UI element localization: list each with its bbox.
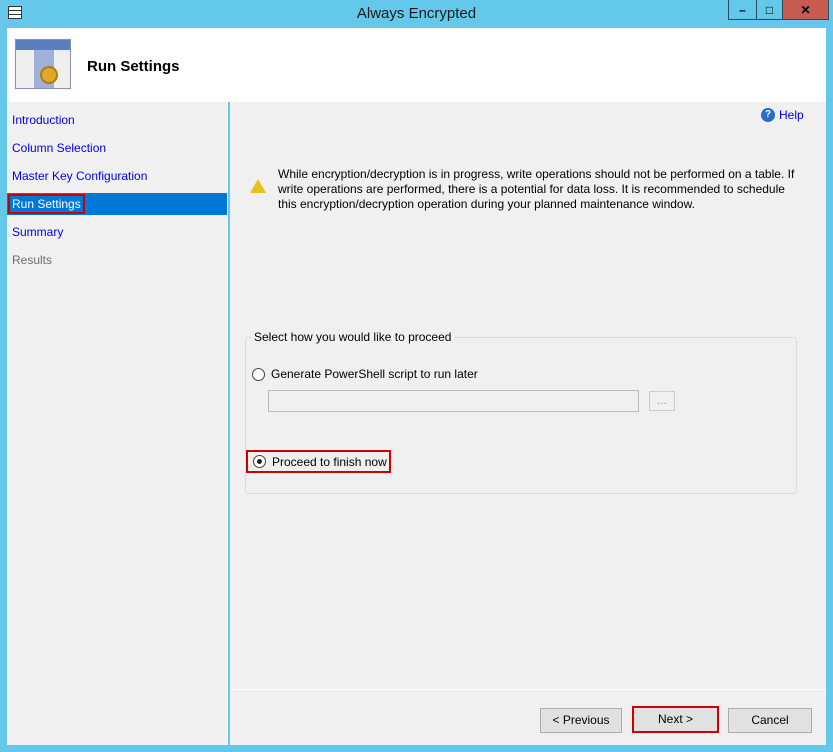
header: Run Settings [7, 28, 826, 102]
proceed-legend: Select how you would like to proceed [251, 330, 455, 344]
minimize-button[interactable]: – [728, 0, 757, 20]
radio-generate-script[interactable]: Generate PowerShell script to run later [252, 367, 478, 381]
cancel-button[interactable]: Cancel [728, 708, 812, 733]
radio-checked-icon [253, 455, 266, 468]
sidebar-item-column-selection[interactable]: Column Selection [7, 137, 227, 159]
footer-divider [230, 689, 826, 690]
content-panel: ? Help While encryption/decryption is in… [230, 102, 826, 745]
window-title: Always Encrypted [356, 5, 477, 22]
maximize-button[interactable]: □ [756, 0, 783, 20]
help-icon: ? [761, 108, 775, 122]
radio-proceed-now[interactable]: Proceed to finish now [246, 450, 391, 473]
sidebar: Introduction Column Selection Master Key… [7, 102, 228, 745]
page-title: Run Settings [87, 58, 180, 75]
previous-button[interactable]: < Previous [540, 708, 622, 733]
sidebar-item-results: Results [12, 253, 53, 267]
warning-text: While encryption/decryption is in progre… [278, 167, 795, 211]
sidebar-item-master-key-configuration[interactable]: Master Key Configuration [7, 165, 227, 187]
table-key-icon [15, 39, 71, 89]
help-link[interactable]: ? Help [761, 108, 804, 122]
app-icon [8, 6, 22, 19]
warning-icon [250, 179, 266, 193]
sidebar-item-run-settings[interactable]: Run Settings [7, 193, 227, 215]
browse-button[interactable]: ... [649, 391, 675, 411]
sidebar-item-summary[interactable]: Summary [7, 221, 227, 243]
script-path-input[interactable] [268, 390, 639, 412]
sidebar-item-introduction[interactable]: Introduction [7, 109, 227, 131]
next-button[interactable]: Next > [632, 706, 719, 733]
radio-unchecked-icon [252, 367, 265, 381]
close-button[interactable]: ✕ [782, 0, 829, 20]
